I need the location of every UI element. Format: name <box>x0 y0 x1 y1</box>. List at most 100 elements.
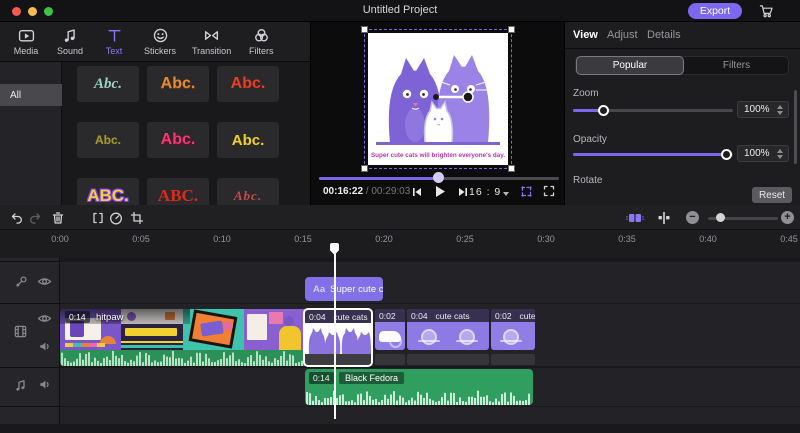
next-frame-button[interactable] <box>457 186 469 198</box>
text-style-thumbnail[interactable]: Abc. <box>217 66 279 102</box>
stepper-arrows-icon[interactable] <box>777 148 783 159</box>
tab-filters-label: Filters <box>248 46 274 56</box>
filters-icon <box>254 28 268 42</box>
current-time: 00:16:22 <box>323 186 364 197</box>
total-time: 00:29:03 <box>371 186 411 197</box>
fullscreen-button[interactable] <box>543 185 555 197</box>
timeline-ruler[interactable]: 0:00 0:05 0:10 0:15 0:20 0:25 0:30 0:35 0:40 0:45 <box>0 230 800 280</box>
text-styles-grid: Abc. Abc. Abc. Abc. Abc. Abc. ABC. ABC. … <box>62 62 310 214</box>
export-button[interactable]: Export <box>688 3 742 19</box>
resize-handle-nw[interactable] <box>361 26 368 33</box>
video-clip-4[interactable]: 0:04 cute cats <box>407 309 489 350</box>
speed-button[interactable] <box>106 208 126 228</box>
video-clip-cute-cats-selected[interactable]: 0:04 cute cats <box>303 308 373 367</box>
reset-button[interactable]: Reset <box>752 187 792 203</box>
resize-handle-ne[interactable] <box>508 26 515 33</box>
tab-media-label: Media <box>13 46 39 56</box>
timeline-zoom-out-button[interactable]: − <box>686 211 699 224</box>
timeline-zoom-in-button[interactable]: + <box>781 211 794 224</box>
category-all[interactable]: All <box>0 84 62 106</box>
window-title: Untitled Project <box>362 4 438 16</box>
text-track-visibility-icon[interactable] <box>37 275 52 288</box>
play-button[interactable] <box>433 184 447 199</box>
media-type-tabbar: Media Sound Text Stickers Transition Fil… <box>0 22 310 62</box>
text-style-thumbnail[interactable]: Abc. <box>147 66 209 102</box>
text-style-thumbnail[interactable]: Abc. <box>217 122 279 158</box>
ruler-time-label: 0:00 <box>51 234 69 244</box>
preview-panel: Super cute cats will brighten everyone's… <box>310 22 565 205</box>
video-track-visibility-icon[interactable] <box>37 312 52 325</box>
fit-timeline-icon[interactable] <box>625 208 645 228</box>
clip-duration-badge: 0:14 <box>65 311 90 323</box>
clip-label: cute cats <box>435 310 470 321</box>
playhead-line[interactable] <box>334 243 336 419</box>
crop-clip-button[interactable] <box>127 208 147 228</box>
timecode: 00:16:22 / 00:29:03 <box>323 186 411 197</box>
tab-sound-label: Sound <box>56 46 84 56</box>
text-style-sample: Abc. <box>160 75 196 92</box>
text-style-sample: ABC. <box>157 186 199 205</box>
aspect-ratio-selector[interactable]: 16 : 9 <box>469 186 501 198</box>
split-clip-button[interactable] <box>88 208 108 228</box>
timeline-zoom-slider-handle[interactable] <box>716 213 725 222</box>
zoom-slider-handle[interactable] <box>598 105 609 116</box>
tab-transition-label: Transition <box>192 46 232 56</box>
add-marker-icon[interactable] <box>654 208 674 228</box>
text-style-thumbnail[interactable]: Abc. <box>77 122 139 158</box>
tab-transition[interactable]: Transition <box>184 22 239 62</box>
audio-clip-black-fedora[interactable]: 0:14 Black Fedora <box>305 369 533 405</box>
text-track-pin-icon[interactable] <box>14 275 28 289</box>
opacity-slider-fill <box>573 153 727 156</box>
selection-bounding-box[interactable] <box>361 26 515 172</box>
inspector-tab-view[interactable]: View <box>573 29 598 41</box>
video-clip-hitpaw[interactable]: 0:14 hitpaw <box>60 309 305 350</box>
sound-icon <box>64 29 75 42</box>
tab-filters[interactable]: Filters <box>239 22 283 62</box>
inspector-scrollbar[interactable] <box>794 90 797 164</box>
text-style-sample: Abc. <box>160 131 196 148</box>
opacity-value-stepper[interactable]: 100% <box>737 145 789 162</box>
clip-duration-badge: 0:02 <box>495 310 512 321</box>
redo-button[interactable] <box>26 208 46 228</box>
resize-handle-se[interactable] <box>508 165 515 172</box>
zoom-value-stepper[interactable]: 100% <box>737 101 789 118</box>
stepper-arrows-icon[interactable] <box>777 104 783 115</box>
track-header-column <box>0 258 60 424</box>
segment-popular[interactable]: Popular <box>576 56 684 75</box>
text-style-thumbnail[interactable]: Abc. <box>147 122 209 158</box>
text-clip[interactable]: Aa Super cute cats <box>305 277 383 301</box>
undo-button[interactable] <box>6 208 26 228</box>
clip-duration-badge: 0:04 <box>411 310 428 321</box>
stickers-icon <box>153 28 167 43</box>
segment-filters[interactable]: Filters <box>684 57 789 74</box>
ruler-time-label: 0:35 <box>618 234 636 244</box>
video-clip-3[interactable]: 0:02 <box>375 309 405 350</box>
tab-stickers[interactable]: Stickers <box>136 22 184 62</box>
clip-audio-slot <box>491 354 535 365</box>
text-clip-icon: Aa <box>313 283 326 295</box>
crop-frame-button[interactable] <box>520 185 533 198</box>
clip-label: hitpaw <box>96 312 124 323</box>
playback-progress-handle[interactable] <box>433 172 444 183</box>
video-clip-5[interactable]: 0:02 cute cats <box>491 309 535 350</box>
opacity-label: Opacity <box>573 134 607 145</box>
resize-handle-sw[interactable] <box>361 165 368 172</box>
audio-track-mute-icon[interactable] <box>38 378 51 391</box>
tab-media[interactable]: Media <box>4 22 48 62</box>
inspector-tab-adjust[interactable]: Adjust <box>607 29 638 41</box>
previous-frame-button[interactable] <box>411 186 423 198</box>
text-style-sample: Abc. <box>230 75 266 92</box>
chevron-down-icon[interactable] <box>503 192 509 196</box>
aspect-ratio-value: 16 : 9 <box>469 186 502 198</box>
inspector-tab-details[interactable]: Details <box>647 29 681 41</box>
tab-text[interactable]: Text <box>92 22 136 62</box>
opacity-slider-handle[interactable] <box>721 149 732 160</box>
transition-icon <box>205 31 219 40</box>
tab-sound[interactable]: Sound <box>48 22 92 62</box>
playback-progress-fill <box>319 177 439 180</box>
delete-button[interactable] <box>48 208 68 228</box>
clip-audio-slot <box>305 354 371 365</box>
text-style-thumbnail[interactable]: Abc. <box>77 66 139 102</box>
video-track-mute-icon[interactable] <box>38 340 51 353</box>
cart-icon[interactable] <box>759 4 774 18</box>
